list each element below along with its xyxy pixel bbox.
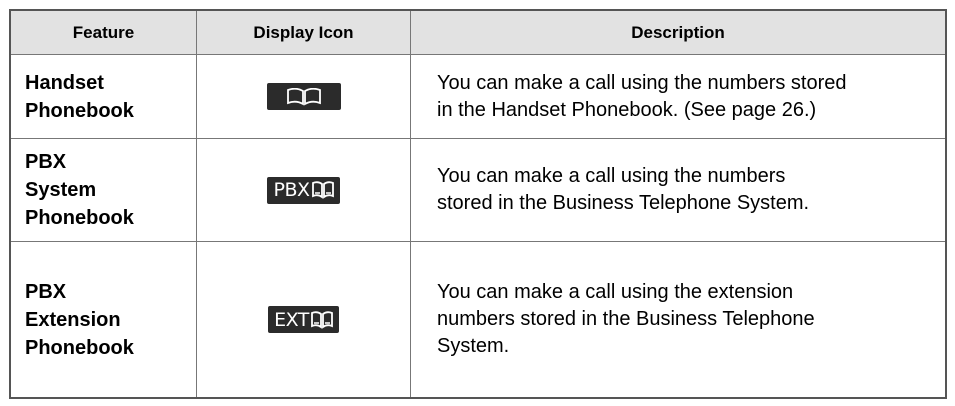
pbx-icon-label: PBX bbox=[273, 179, 310, 201]
feature-handset-phonebook: Handset Phonebook bbox=[11, 55, 197, 139]
feature-line: PBX bbox=[25, 280, 67, 303]
feature-line: Handset bbox=[25, 71, 104, 94]
feature-line: Phonebook bbox=[25, 99, 134, 122]
feature-pbx-system-phonebook: PBX System Phonebook bbox=[11, 139, 197, 242]
description-cell: You can make a call using the extension … bbox=[411, 242, 945, 397]
feature-line: Phonebook bbox=[25, 336, 134, 359]
phonebook-icon bbox=[266, 83, 341, 110]
book-icon bbox=[311, 181, 334, 199]
feature-table: Feature Display Icon Description Handset… bbox=[9, 9, 947, 399]
description-line: in the Handset Phonebook. (See page 26.) bbox=[437, 98, 817, 121]
description-line: stored in the Business Telephone System. bbox=[437, 192, 810, 214]
header-feature: Feature bbox=[11, 11, 197, 55]
ext-icon-label: EXT bbox=[274, 308, 309, 331]
icon-cell: EXT bbox=[197, 242, 411, 397]
feature-pbx-extension-phonebook: PBX Extension Phonebook bbox=[11, 242, 197, 397]
description-cell: You can make a call using the numbers st… bbox=[411, 55, 945, 139]
feature-line: System bbox=[25, 179, 97, 201]
header-display-icon: Display Icon bbox=[197, 11, 411, 55]
feature-line: Phonebook bbox=[25, 207, 134, 229]
description-cell: You can make a call using the numbers st… bbox=[411, 139, 945, 242]
description-line: System. bbox=[437, 335, 510, 357]
description-line: You can make a call using the numbers bbox=[437, 165, 786, 187]
pbx-phonebook-icon: PBX bbox=[267, 176, 340, 204]
icon-cell bbox=[197, 55, 411, 139]
ext-phonebook-icon: EXT bbox=[268, 306, 339, 333]
description-line: numbers stored in the Business Telephone bbox=[437, 308, 815, 330]
description-line: You can make a call using the numbers st… bbox=[437, 71, 847, 94]
icon-cell: PBX bbox=[197, 139, 411, 242]
book-icon bbox=[310, 310, 333, 329]
description-line: You can make a call using the extension bbox=[437, 281, 794, 303]
feature-line: PBX bbox=[25, 151, 67, 173]
feature-line: Extension bbox=[25, 308, 121, 331]
header-description: Description bbox=[411, 11, 945, 55]
